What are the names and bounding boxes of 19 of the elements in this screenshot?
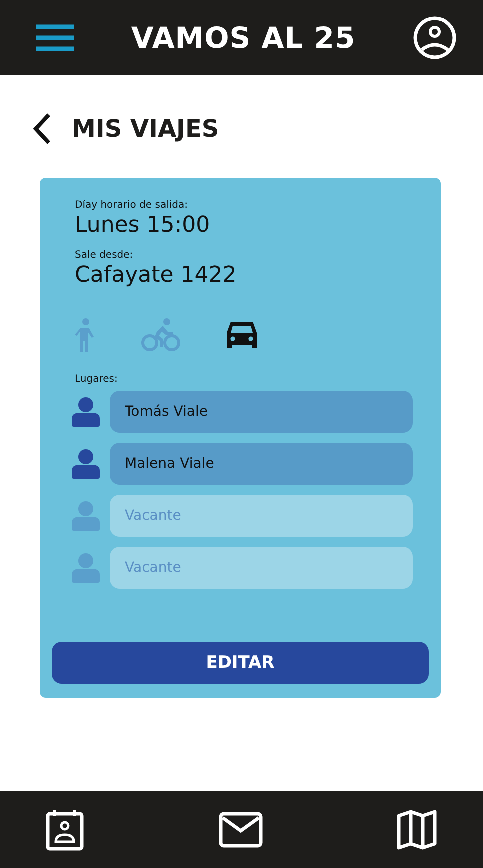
seat-field[interactable]: Malena Viale	[110, 443, 413, 485]
menu-icon[interactable]	[36, 24, 74, 52]
mail-icon[interactable]	[218, 812, 262, 848]
contact-calendar-icon[interactable]	[46, 808, 84, 850]
origin-value: Cafayate 1422	[75, 263, 238, 288]
map-icon[interactable]	[397, 810, 437, 850]
app-title: VAMOS AL 25	[131, 20, 356, 54]
edit-button[interactable]: EDITAR	[52, 642, 429, 684]
seat-field[interactable]: Vacante	[110, 547, 413, 589]
car-icon[interactable]	[225, 320, 259, 350]
seat-field[interactable]: Vacante	[110, 495, 413, 537]
origin-label: Sale desde:	[75, 250, 134, 261]
page-title: MIS VIAJES	[72, 115, 220, 143]
user-icon[interactable]	[412, 16, 457, 60]
back-icon[interactable]	[32, 113, 52, 145]
departure-value: Lunes 15:00	[75, 213, 212, 238]
seat-field[interactable]: Tomás Viale	[110, 391, 413, 433]
departure-label: Díay horario de salida:	[75, 200, 190, 211]
seats-label: Lugares:	[75, 374, 119, 385]
